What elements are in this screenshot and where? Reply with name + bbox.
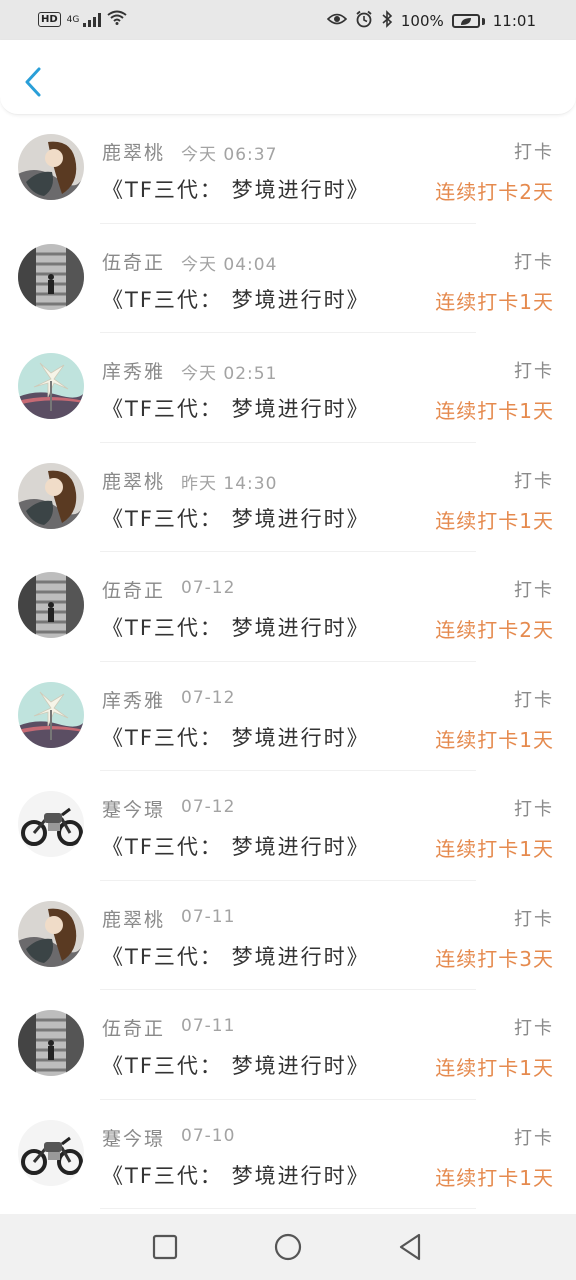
streak-label: 连续打卡1天 — [435, 1165, 554, 1190]
book-title: 《TF三代： 梦境进行时》 — [102, 178, 370, 202]
list-item[interactable]: 伍奇正 今天 04:04 打卡《TF三代： 梦境进行时》 连续打卡1天 — [0, 224, 576, 333]
list-item[interactable]: 蹇今璟 07-10 打卡《TF三代： 梦境进行时》 连续打卡1天 — [0, 1100, 576, 1209]
user-name: 蹇今璟 — [102, 1127, 166, 1150]
list-item[interactable]: 庠秀雅 07-12 打卡《TF三代： 梦境进行时》 连续打卡1天 — [0, 662, 576, 771]
book-title: 《TF三代： 梦境进行时》 — [102, 1163, 370, 1188]
action-label: 打卡 — [514, 251, 554, 273]
streak-label: 连续打卡1天 — [435, 508, 554, 533]
action-label: 打卡 — [514, 361, 554, 382]
bluetooth-icon — [381, 10, 393, 32]
streak-label: 连续打卡1天 — [435, 1056, 554, 1080]
circle-icon — [274, 1233, 302, 1261]
action-label: 打卡 — [514, 142, 554, 163]
checkin-time: 07-10 — [181, 1125, 236, 1146]
eye-icon — [326, 12, 348, 30]
streak-label: 连续打卡2天 — [435, 180, 554, 204]
girl-avatar[interactable] — [18, 134, 84, 200]
status-bar: HD 4G 100% 11:01 — [0, 0, 576, 40]
streak-label: 连续打卡1天 — [435, 399, 554, 423]
hd-badge: HD — [38, 12, 61, 27]
stairs-avatar[interactable] — [18, 243, 84, 310]
motorcycle-avatar[interactable] — [18, 791, 84, 857]
action-label: 打卡 — [514, 1018, 554, 1039]
action-label: 打卡 — [514, 470, 554, 492]
row-divider — [100, 1208, 476, 1209]
app-header — [0, 40, 576, 115]
girl-avatar[interactable] — [18, 900, 84, 967]
stairs-avatar[interactable] — [18, 1010, 84, 1076]
user-name: 庠秀雅 — [102, 689, 166, 712]
stairs-avatar[interactable] — [18, 572, 84, 638]
pinwheel-avatar[interactable] — [18, 353, 84, 419]
back-nav-button[interactable] — [396, 1233, 424, 1261]
streak-label: 连续打卡1天 — [435, 727, 554, 752]
wifi-icon — [107, 10, 127, 29]
list-item[interactable]: 蹇今璟 07-12 打卡《TF三代： 梦境进行时》 连续打卡1天 — [0, 771, 576, 881]
network-type: 4G — [66, 14, 80, 25]
streak-label: 连续打卡3天 — [435, 946, 554, 971]
streak-label: 连续打卡2天 — [435, 618, 554, 642]
checkin-time: 昨天 14:30 — [181, 473, 278, 494]
checkin-time: 07-12 — [181, 578, 236, 598]
list-item[interactable]: 庠秀雅 今天 02:51 打卡《TF三代： 梦境进行时》 连续打卡1天 — [0, 333, 576, 443]
home-button[interactable] — [274, 1233, 302, 1261]
action-label: 打卡 — [514, 908, 554, 930]
user-name: 庠秀雅 — [102, 361, 166, 383]
chevron-left-icon — [25, 67, 41, 97]
streak-label: 连续打卡1天 — [435, 289, 554, 314]
status-time: 11:01 — [492, 12, 536, 30]
checkin-time: 07-12 — [181, 687, 236, 708]
signal-icon — [83, 12, 102, 27]
status-left: HD 4G — [38, 10, 127, 29]
battery-percent: 100% — [400, 12, 444, 30]
checkin-time: 07-12 — [181, 797, 236, 817]
user-name: 伍奇正 — [102, 251, 166, 274]
checkin-time: 07-11 — [181, 906, 236, 927]
pinwheel-avatar[interactable] — [18, 681, 84, 748]
list-item[interactable]: 伍奇正 07-11 打卡《TF三代： 梦境进行时》 连续打卡1天 — [0, 990, 576, 1100]
user-name: 鹿翠桃 — [102, 470, 166, 493]
book-title: 《TF三代： 梦境进行时》 — [102, 1054, 370, 1078]
user-name: 伍奇正 — [102, 1018, 166, 1040]
book-title: 《TF三代： 梦境进行时》 — [102, 506, 370, 531]
user-name: 蹇今璟 — [102, 799, 166, 821]
checkin-time: 07-11 — [181, 1016, 236, 1036]
checkin-time: 今天 04:04 — [181, 254, 278, 275]
checkin-time: 今天 02:51 — [181, 364, 278, 384]
user-name: 鹿翠桃 — [102, 142, 166, 164]
status-right: 100% 11:01 — [326, 10, 536, 32]
action-label: 打卡 — [514, 1127, 554, 1149]
book-title: 《TF三代： 梦境进行时》 — [102, 835, 370, 859]
battery-icon — [451, 14, 485, 28]
list-item[interactable]: 鹿翠桃 昨天 14:30 打卡《TF三代： 梦境进行时》 连续打卡1天 — [0, 443, 576, 552]
square-icon — [152, 1234, 178, 1260]
list-item[interactable]: 鹿翠桃 07-11 打卡《TF三代： 梦境进行时》 连续打卡3天 — [0, 881, 576, 990]
motorcycle-avatar[interactable] — [18, 1119, 84, 1186]
book-title: 《TF三代： 梦境进行时》 — [102, 725, 370, 750]
action-label: 打卡 — [514, 799, 554, 820]
back-button[interactable] — [18, 64, 48, 100]
book-title: 《TF三代： 梦境进行时》 — [102, 397, 370, 421]
streak-label: 连续打卡1天 — [435, 837, 554, 861]
book-title: 《TF三代： 梦境进行时》 — [102, 616, 370, 640]
book-title: 《TF三代： 梦境进行时》 — [102, 944, 370, 969]
user-name: 鹿翠桃 — [102, 908, 166, 931]
recent-apps-button[interactable] — [151, 1233, 179, 1261]
checkin-time: 今天 06:37 — [181, 145, 278, 165]
action-label: 打卡 — [514, 580, 554, 601]
list-item[interactable]: 鹿翠桃 今天 06:37 打卡《TF三代： 梦境进行时》 连续打卡2天 — [0, 114, 576, 224]
checkin-list: 鹿翠桃 今天 06:37 打卡 《TF三代： 梦境进行时》 连续打卡2天 伍奇正 今天 04… — [0, 114, 576, 1209]
user-name: 伍奇正 — [102, 580, 166, 602]
system-nav-bar — [0, 1214, 576, 1280]
girl-avatar[interactable] — [18, 462, 84, 529]
triangle-back-icon — [399, 1233, 421, 1261]
list-item[interactable]: 伍奇正 07-12 打卡《TF三代： 梦境进行时》 连续打卡2天 — [0, 552, 576, 662]
alarm-icon — [355, 10, 373, 32]
book-title: 《TF三代： 梦境进行时》 — [102, 287, 370, 312]
action-label: 打卡 — [514, 689, 554, 711]
